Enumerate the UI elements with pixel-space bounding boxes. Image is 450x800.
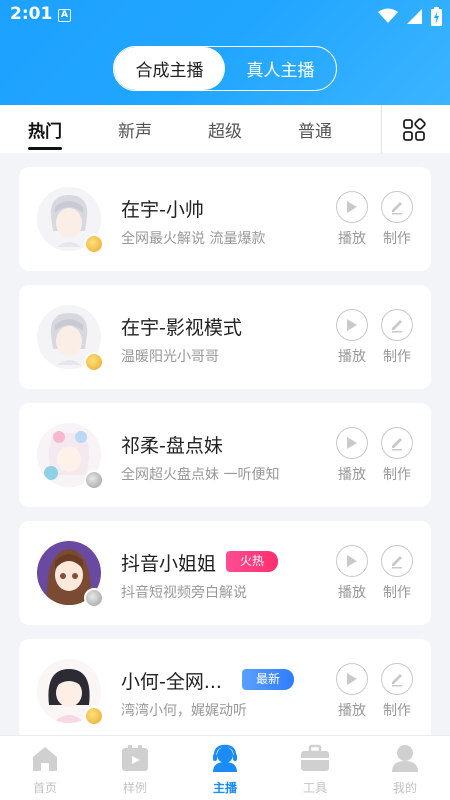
profile-icon: [392, 745, 418, 772]
nav-label: 首页: [32, 781, 57, 795]
nav-label: 我的: [392, 781, 417, 795]
anchor-card[interactable]: 祁柔-盘点妹 全网超火盘点妹 一听便知 播放 制作: [19, 403, 431, 507]
toolbox-icon: [301, 744, 329, 771]
tab-normal[interactable]: 普通: [298, 117, 332, 142]
play-button[interactable]: 播放: [335, 663, 369, 720]
active-tab-indicator: [28, 147, 62, 150]
silver-medal-icon: [84, 588, 104, 608]
anchor-name: 祁柔-盘点妹: [121, 435, 223, 457]
nav-home[interactable]: 首页: [15, 744, 75, 796]
tab-super[interactable]: 超级: [208, 117, 242, 142]
anchor-card[interactable]: 抖音小姐姐 火热 抖音短视频旁白解说 播放 制作: [19, 521, 431, 625]
make-label: 制作: [383, 703, 411, 719]
make-button[interactable]: 制作: [380, 191, 414, 248]
edit-icon: [392, 556, 402, 569]
play-icon: [347, 437, 357, 449]
anchor-description: 全网最火解说 流量爆款: [121, 231, 266, 247]
anchor-card[interactable]: 在宇-影视模式 温暖阳光小哥哥 播放 制作: [19, 285, 431, 389]
anchor-description: 温暖阳光小哥哥: [121, 349, 219, 365]
tab-hot[interactable]: 热门: [28, 117, 62, 142]
play-button[interactable]: 播放: [335, 309, 369, 366]
header: 2:01 A 合成主播 真人主播: [0, 0, 450, 105]
anchor-mode-toggle[interactable]: 合成主播 真人主播: [113, 46, 337, 91]
edit-icon: [392, 438, 402, 451]
make-button[interactable]: 制作: [380, 663, 414, 720]
avatar-wrap: [37, 541, 104, 608]
grid-icon[interactable]: [402, 118, 426, 142]
play-label: 播放: [338, 585, 366, 601]
gold-medal-icon: [84, 234, 104, 254]
play-icon: [347, 673, 357, 685]
anchor-card[interactable]: 小何-全网... 最新 湾湾小何，娓娓动听 播放 制作: [19, 639, 431, 735]
mode-synthetic-button[interactable]: 合成主播: [114, 47, 225, 90]
anchor-name: 抖音小姐姐: [121, 553, 217, 575]
play-label: 播放: [338, 349, 366, 365]
play-icon: [347, 555, 357, 567]
make-label: 制作: [383, 231, 411, 247]
edit-icon: [392, 674, 402, 687]
notification-icon: A: [58, 9, 71, 22]
nav-label: 样例: [122, 781, 147, 795]
samples-icon: [122, 745, 148, 771]
bottom-nav: 首页 样例 主播 工具 我的: [0, 735, 450, 800]
status-bar: 2:01 A: [0, 0, 450, 32]
new-badge: 最新: [242, 669, 295, 690]
nav-profile[interactable]: 我的: [375, 744, 435, 796]
anchor-icon: [213, 744, 237, 772]
anchor-description: 全网超火盘点妹 一听便知: [121, 467, 280, 483]
anchor-card[interactable]: 在宇-小帅 全网最火解说 流量爆款 播放 制作: [19, 167, 431, 271]
nav-label: 工具: [302, 781, 327, 795]
home-icon: [33, 747, 57, 771]
mode-real-button[interactable]: 真人主播: [225, 47, 336, 90]
anchor-name: 在宇-影视模式: [121, 317, 242, 339]
battery-icon: [431, 6, 442, 26]
wifi-icon: [378, 8, 398, 23]
anchor-list[interactable]: 在宇-小帅 全网最火解说 流量爆款 播放 制作 在宇-影视模式 温暖阳光小哥哥: [0, 153, 450, 735]
hot-badge: 火热: [226, 551, 279, 572]
play-icon: [347, 201, 357, 213]
tab-divider: [381, 105, 382, 153]
nav-anchor[interactable]: 主播: [195, 744, 255, 796]
make-label: 制作: [383, 585, 411, 601]
signal-icon: [407, 8, 422, 24]
anchor-description: 抖音短视频旁白解说: [121, 585, 247, 601]
make-label: 制作: [383, 467, 411, 483]
play-button[interactable]: 播放: [335, 191, 369, 248]
make-label: 制作: [383, 349, 411, 365]
make-button[interactable]: 制作: [380, 545, 414, 602]
nav-label: 主播: [212, 781, 237, 795]
anchor-name: 在宇-小帅: [121, 199, 204, 221]
category-tabs: 热门 新声 超级 普通: [0, 105, 450, 153]
nav-samples[interactable]: 样例: [105, 744, 165, 796]
play-label: 播放: [338, 703, 366, 719]
avatar-wrap: [37, 187, 104, 254]
edit-icon: [392, 320, 402, 333]
nav-tools[interactable]: 工具: [285, 744, 345, 796]
make-button[interactable]: 制作: [380, 309, 414, 366]
silver-medal-icon: [84, 470, 104, 490]
avatar-wrap: [37, 423, 104, 490]
status-time: 2:01: [10, 4, 53, 24]
anchor-description: 湾湾小何，娓娓动听: [121, 703, 247, 719]
play-button[interactable]: 播放: [335, 427, 369, 484]
tab-new[interactable]: 新声: [118, 117, 152, 142]
play-label: 播放: [338, 231, 366, 247]
gold-medal-icon: [84, 706, 104, 726]
gold-medal-icon: [84, 352, 104, 372]
play-icon: [347, 319, 357, 331]
make-button[interactable]: 制作: [380, 427, 414, 484]
avatar-wrap: [37, 305, 104, 372]
play-button[interactable]: 播放: [335, 545, 369, 602]
edit-icon: [392, 202, 402, 215]
avatar-wrap: [37, 659, 104, 726]
play-label: 播放: [338, 467, 366, 483]
status-icons: [378, 6, 442, 26]
anchor-name: 小何-全网...: [121, 671, 222, 693]
